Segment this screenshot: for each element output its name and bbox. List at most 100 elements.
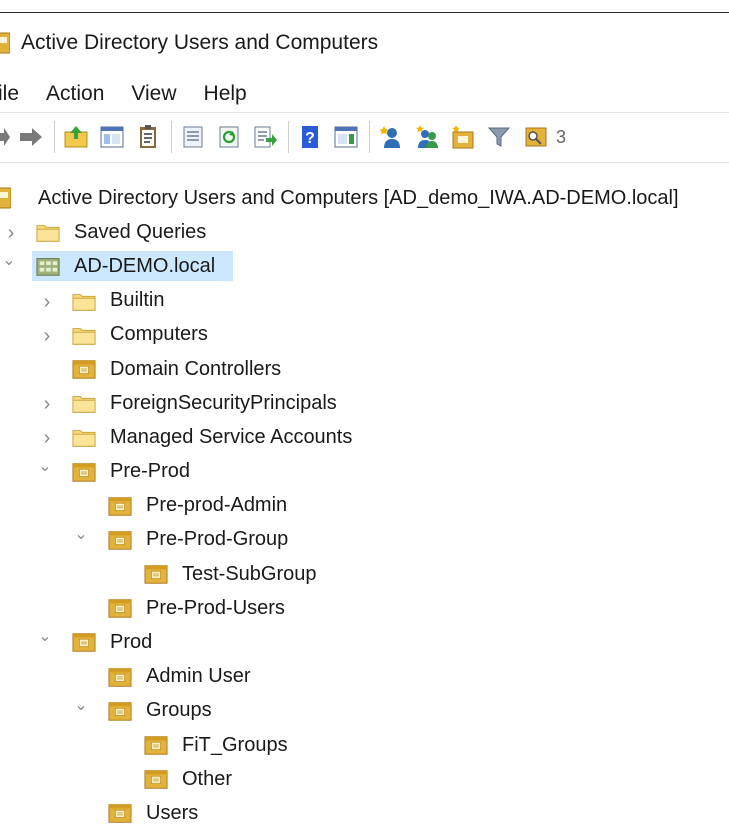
tree-node-label: Computers [110,323,208,346]
tree-node-label: FiT_Groups [182,733,288,756]
new-user-icon [379,126,400,148]
svg-text:?: ? [305,130,315,147]
expand-chevron-right-icon[interactable]: › [40,326,54,346]
menu-help[interactable]: Help [204,82,247,106]
tree-node-label: ForeignSecurityPrincipals [110,391,337,414]
new-group-icon [416,125,438,148]
toolbar-separator [54,121,55,153]
window-top-border [0,12,729,13]
tree-node[interactable]: Other [0,762,729,796]
expand-chevron-down-icon[interactable]: ⌄ [38,629,52,645]
create-group-button[interactable] [412,122,442,152]
more-toolbar-button[interactable]: 3 [556,122,566,152]
menu-action[interactable]: Action [46,82,104,106]
tree-node[interactable]: › Computers [0,318,729,352]
ou-icon [144,565,168,584]
title-bar: Active Directory Users and Computers [0,27,378,59]
tree-node-label: Admin User [146,665,251,688]
clipboard-button[interactable] [133,122,163,152]
ou-icon [108,531,132,550]
menu-bar: ile Action View Help [0,78,274,110]
expand-chevron-right-icon[interactable]: › [4,223,18,243]
expand-chevron-down-icon[interactable]: ⌄ [38,458,52,475]
tree-node[interactable]: FiT_Groups [0,728,729,762]
tree-node[interactable]: ⌄ Pre-Prod-Group [0,523,729,557]
back-arrow-icon [0,128,10,146]
tree-node-label: Managed Service Accounts [110,425,353,448]
refresh-button[interactable] [214,122,244,152]
expand-chevron-down-icon[interactable]: ⌄ [2,253,16,269]
window-title: Active Directory Users and Computers [21,31,379,54]
filter-button[interactable] [484,122,514,152]
expand-chevron-right-icon[interactable]: › [40,394,54,414]
tree-node-label: Users [146,801,199,824]
tree-node[interactable]: Test-SubGroup [0,557,729,591]
show-hide-action-pane-button[interactable] [331,122,361,152]
tree-node[interactable]: ⌄ Groups [0,694,729,728]
back-button[interactable] [0,122,10,152]
tree-node[interactable]: ⌄ Pre-Prod [0,455,729,489]
forward-arrow-icon [20,128,42,146]
show-hide-console-tree-button[interactable] [97,122,127,152]
tree-node[interactable]: Users [0,796,729,830]
tree-node-label: Prod [110,631,153,654]
toolbar-separator [171,121,172,153]
up-one-level-button[interactable] [61,122,91,152]
tree-node[interactable]: › Builtin [0,284,729,318]
toolbar-separator [288,121,289,153]
tree-node-label: Pre-Prod-Users [146,596,285,619]
properties-button[interactable] [178,122,208,152]
create-user-button[interactable] [376,122,406,152]
tree-node[interactable]: › Saved Queries [0,215,729,249]
more-icon: 3 [556,127,566,147]
show-console-tree-icon [100,126,124,148]
folder-icon [36,225,60,242]
tree-root-label: Active Directory Users and Computers [AD… [38,186,679,209]
tree-node[interactable]: Pre-prod-Admin [0,489,729,523]
toolbar-divider [0,162,729,163]
tree-node-label: Pre-Prod [110,460,191,483]
ou-icon [72,462,96,482]
folder-icon [72,327,96,345]
tree-node[interactable]: ⌄ Prod [0,625,729,659]
tree-node[interactable]: Domain Controllers [0,352,729,386]
create-ou-button[interactable] [448,122,478,152]
action-pane-icon [334,126,358,148]
expand-chevron-right-icon[interactable]: › [40,292,54,312]
tree-node-label: Groups [146,699,212,722]
tree-node[interactable]: Pre-Prod-Users [0,591,729,625]
ou-icon [144,770,168,789]
expand-chevron-down-icon[interactable]: ⌄ [74,526,88,543]
tree-node[interactable]: ⌄ AD-DEMO.local [0,249,729,283]
help-button[interactable]: ? [295,122,325,152]
console-tree: Active Directory Users and Computers [AD… [0,181,729,831]
toolbar: ? 3 [0,117,566,157]
tree-node[interactable]: Admin User [0,660,729,694]
expand-chevron-right-icon[interactable]: › [40,428,54,448]
tree-root[interactable]: Active Directory Users and Computers [AD… [0,181,729,215]
help-icon: ? [302,126,318,148]
clipboard-icon [140,125,156,148]
ou-icon [108,804,132,824]
tree-node[interactable]: › ForeignSecurityPrincipals [0,386,729,420]
toolbar-separator [369,121,370,153]
folder-icon [72,396,96,413]
ou-icon [144,736,168,755]
menu-view[interactable]: View [131,82,176,106]
ou-icon [72,360,96,379]
ou-icon [108,667,132,687]
tree-node-label: AD-DEMO.local [74,254,216,277]
menu-divider [0,112,729,113]
folder-icon [72,293,96,311]
menu-file[interactable]: ile [0,82,19,106]
ou-icon [72,633,96,653]
forward-button[interactable] [16,122,46,152]
expand-chevron-down-icon[interactable]: ⌄ [74,697,88,714]
export-list-icon [254,126,277,148]
ou-icon [108,702,132,721]
tree-node[interactable]: › Managed Service Accounts [0,420,729,454]
export-list-button[interactable] [250,122,280,152]
find-button[interactable] [520,122,550,152]
ou-icon [108,496,132,516]
ou-icon [108,599,132,618]
